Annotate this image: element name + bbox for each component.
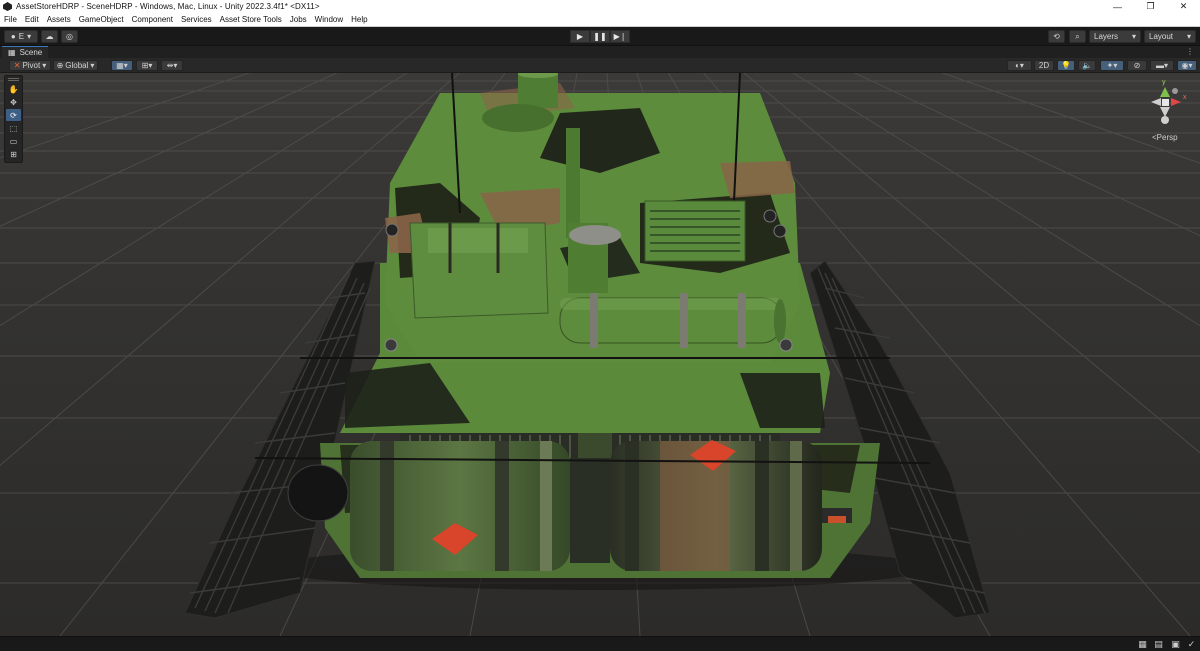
pivot-dropdown[interactable]: ✕ Pivot ▾ [9, 60, 51, 71]
gizmos-dropdown[interactable]: ◉▾ [1177, 60, 1197, 71]
projection-label[interactable]: <Persp [1152, 133, 1178, 142]
gizmo-axis-x: x [1183, 94, 1187, 101]
search-icon: ⌕ [1075, 31, 1080, 41]
chevron-down-icon: ▾ [90, 61, 95, 70]
toggle-2d-button[interactable]: 2D [1034, 60, 1054, 71]
layers-dropdown[interactable]: Layers ▾ [1089, 30, 1141, 43]
title-bar: AssetStoreHDRP - SceneHDRP - Windows, Ma… [0, 0, 1200, 13]
tab-menu-icon[interactable]: ⋮ [1186, 47, 1194, 56]
pause-button[interactable]: ❚❚ [590, 30, 610, 43]
window-title: AssetStoreHDRP - SceneHDRP - Windows, Ma… [16, 2, 320, 11]
progress-icon[interactable]: ▤ [1153, 639, 1164, 650]
camera-dropdown[interactable]: ▬▾ [1150, 60, 1174, 71]
audio-icon: 🔈 [1082, 61, 1092, 70]
menu-gameobject[interactable]: GameObject [75, 15, 128, 24]
menu-bar: File Edit Assets GameObject Component Se… [0, 13, 1200, 27]
tab-scene[interactable]: ▦ Scene [2, 46, 49, 58]
status-bar: ▦ ▤ ▣ ✓ [0, 636, 1200, 651]
pivot-label: Pivot [22, 61, 41, 70]
camera-icon: ▬▾ [1155, 61, 1168, 70]
autolight-icon[interactable]: ▣ [1170, 639, 1181, 650]
projection-label-text: Persp [1156, 133, 1178, 142]
audio-toggle[interactable]: 🔈 [1078, 60, 1096, 71]
menu-help[interactable]: Help [347, 15, 371, 24]
rotate-tool-icon[interactable]: ⟳ [6, 109, 21, 121]
cache-server-icon[interactable]: ▦ [1137, 639, 1148, 650]
cloud-icon: ☁ [45, 32, 54, 41]
layout-label: Layout [1149, 32, 1174, 41]
account-label: E [18, 32, 25, 41]
tab-scene-label: Scene [19, 48, 43, 57]
chevron-down-icon: ▾ [1186, 32, 1191, 41]
commander-sight [518, 73, 558, 108]
minimize-button[interactable]: — [1101, 0, 1134, 13]
rear-wheel [287, 464, 349, 522]
restore-button[interactable]: ❐ [1134, 0, 1167, 13]
layers-label: Layers [1094, 32, 1119, 41]
play-controls: ▶ ❚❚ ▶❘ [570, 30, 630, 43]
main-toolbar: ● E ▾ ☁ ◎ ▶ ❚❚ ▶❘ ⟲ ⌕ Layers ▾ Layout ▾ [0, 27, 1200, 46]
scene-viewport[interactable]: ✋ ✥ ⟳ ⬚ ▭ ⊞ y x <Persp [0, 73, 1200, 636]
play-button[interactable]: ▶ [570, 30, 590, 43]
chevron-down-icon: ▾ [1131, 32, 1136, 41]
grid-visibility-toggle[interactable]: ▦▾ [111, 60, 133, 71]
menu-window[interactable]: Window [311, 15, 347, 24]
search-button[interactable]: ⌕ [1069, 30, 1086, 43]
increment-snap-toggle[interactable]: ⇹▾ [161, 60, 183, 71]
global-dropdown[interactable]: ⊕ Global ▾ [53, 60, 98, 71]
collab-icon: ◎ [66, 32, 73, 41]
unity-logo-icon [3, 2, 12, 11]
collab-button[interactable]: ◎ [61, 30, 78, 43]
light-bulb-icon: 💡 [1061, 61, 1071, 70]
menu-edit[interactable]: Edit [21, 15, 43, 24]
pivot-icon: ✕ [13, 61, 21, 70]
step-button[interactable]: ▶❘ [610, 30, 630, 43]
effects-dropdown[interactable]: ✦▾ [1100, 60, 1124, 71]
menu-services[interactable]: Services [177, 15, 216, 24]
grid-icon: ▦ [8, 48, 16, 57]
scale-tool-icon[interactable]: ⬚ [6, 122, 21, 134]
right-rear-fuel-drum [610, 440, 822, 571]
eye-slash-icon: ⊘ [1133, 61, 1141, 70]
checkmark-icon[interactable]: ✓ [1186, 639, 1197, 650]
transform-tool-icon[interactable]: ⊞ [6, 148, 21, 160]
increment-snap-icon: ⇹▾ [166, 61, 178, 70]
cloud-button[interactable]: ☁ [41, 30, 58, 43]
window-controls: — ❐ ✕ [1101, 0, 1200, 13]
account-dropdown[interactable]: ● E ▾ [4, 30, 38, 43]
hand-tool-icon[interactable]: ✋ [6, 83, 21, 95]
history-icon: ⟲ [1053, 32, 1060, 41]
menu-file[interactable]: File [0, 15, 21, 24]
gizmo-axis-y: y [1162, 79, 1166, 86]
exhaust-cap [569, 225, 621, 245]
close-button[interactable]: ✕ [1167, 0, 1200, 13]
scene-toolbar: ✕ Pivot ▾ ⊕ Global ▾ ▦▾ ⊞▾ ⇹▾ ◐▾ 2D 💡 🔈 … [0, 58, 1200, 73]
account-icon: ● [10, 32, 16, 41]
hidden-objects-toggle[interactable]: ⊘ [1127, 60, 1147, 71]
history-button[interactable]: ⟲ [1048, 30, 1065, 43]
scene-tab-bar: ▦ Scene ⋮ [0, 46, 1200, 58]
menu-assets[interactable]: Assets [43, 15, 75, 24]
draw-mode-dropdown[interactable]: ◐▾ [1007, 60, 1032, 71]
snap-grid-icon: ⊞▾ [141, 61, 153, 70]
grid-icon: ▦▾ [116, 61, 128, 70]
chevron-down-icon: ▾ [27, 32, 32, 41]
globe-icon: ⊕ [56, 61, 64, 70]
menu-asset-store-tools[interactable]: Asset Store Tools [216, 15, 286, 24]
move-tool-icon[interactable]: ✥ [6, 96, 21, 108]
gizmo-icon: ◉▾ [1181, 61, 1193, 70]
shading-icon: ◐▾ [1015, 61, 1024, 70]
grid-snap-toggle[interactable]: ⊞▾ [136, 60, 158, 71]
menu-component[interactable]: Component [128, 15, 177, 24]
layout-dropdown[interactable]: Layout ▾ [1144, 30, 1196, 43]
tank-model[interactable] [0, 73, 1200, 636]
transform-tools: ✋ ✥ ⟳ ⬚ ▭ ⊞ [4, 75, 23, 163]
chevron-down-icon: ▾ [42, 61, 47, 70]
lighting-toggle[interactable]: 💡 [1057, 60, 1075, 71]
rect-tool-icon[interactable]: ▭ [6, 135, 21, 147]
menu-jobs[interactable]: Jobs [286, 15, 311, 24]
global-label: Global [65, 61, 89, 70]
tools-grip[interactable] [8, 78, 19, 81]
effects-icon: ✦▾ [1106, 61, 1118, 70]
